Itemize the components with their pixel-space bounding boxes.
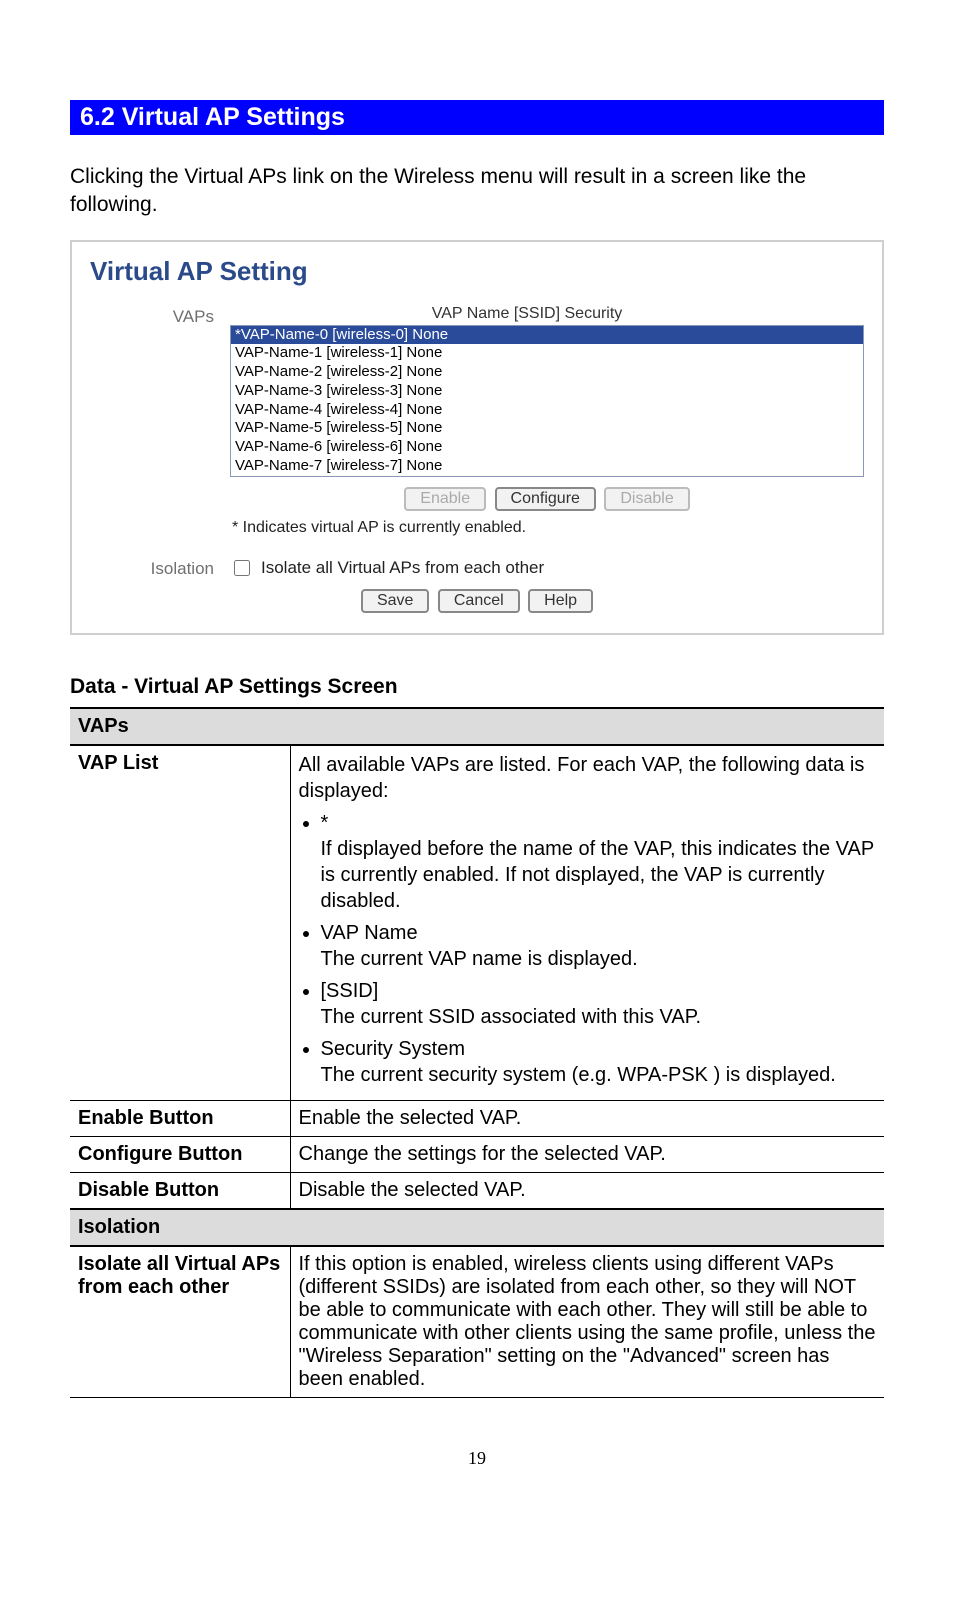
data-heading: Data - Virtual AP Settings Screen — [70, 675, 884, 699]
vaps-label: VAPs — [90, 305, 230, 327]
data-table: VAPs VAP List All available VAPs are lis… — [70, 707, 884, 1398]
isolation-checkbox[interactable] — [234, 560, 250, 576]
list-item[interactable]: VAP-Name-3 [wireless-3] None — [231, 382, 863, 401]
enabled-note: * Indicates virtual AP is currently enab… — [232, 519, 864, 537]
save-button[interactable]: Save — [361, 589, 429, 613]
isolation-label: Isolation — [90, 557, 230, 579]
enable-button[interactable]: Enable — [404, 487, 486, 511]
list-item[interactable]: VAP-Name-6 [wireless-6] None — [231, 438, 863, 457]
isolation-section-header: Isolation — [70, 1209, 884, 1246]
vap-list-header: VAP Name [SSID] Security — [230, 305, 864, 323]
vaps-section-header: VAPs — [70, 708, 884, 745]
enable-row-desc: Enable the selected VAP. — [290, 1100, 884, 1136]
enable-row-label: Enable Button — [70, 1100, 290, 1136]
list-item[interactable]: VAP-Name-2 [wireless-2] None — [231, 363, 863, 382]
screenshot-title: Virtual AP Setting — [90, 256, 864, 287]
configure-button[interactable]: Configure — [495, 487, 596, 511]
list-item[interactable]: VAP-Name-4 [wireless-4] None — [231, 401, 863, 420]
isolate-row-desc: If this option is enabled, wireless clie… — [290, 1246, 884, 1398]
disable-button[interactable]: Disable — [604, 487, 689, 511]
virtual-ap-screenshot: Virtual AP Setting VAPs VAP Name [SSID] … — [70, 240, 884, 635]
isolate-row-label: Isolate all Virtual APs from each other — [70, 1246, 290, 1398]
disable-row-label: Disable Button — [70, 1172, 290, 1209]
disable-row-desc: Disable the selected VAP. — [290, 1172, 884, 1209]
list-item[interactable]: VAP-Name-1 [wireless-1] None — [231, 344, 863, 363]
page-number: 19 — [70, 1448, 884, 1469]
list-item[interactable]: *VAP-Name-0 [wireless-0] None — [231, 326, 863, 345]
help-button[interactable]: Help — [528, 589, 593, 613]
cancel-button[interactable]: Cancel — [438, 589, 520, 613]
configure-row-label: Configure Button — [70, 1136, 290, 1172]
isolation-checkbox-label: Isolate all Virtual APs from each other — [261, 558, 544, 578]
vap-list-row-desc: All available VAPs are listed. For each … — [290, 745, 884, 1101]
intro-paragraph: Clicking the Virtual APs link on the Wir… — [70, 163, 884, 220]
vap-listbox[interactable]: *VAP-Name-0 [wireless-0] None VAP-Name-1… — [230, 325, 864, 477]
list-item[interactable]: VAP-Name-7 [wireless-7] None — [231, 457, 863, 476]
configure-row-desc: Change the settings for the selected VAP… — [290, 1136, 884, 1172]
list-item[interactable]: VAP-Name-5 [wireless-5] None — [231, 419, 863, 438]
vap-list-row-label: VAP List — [70, 745, 290, 1101]
section-header: 6.2 Virtual AP Settings — [70, 100, 884, 135]
